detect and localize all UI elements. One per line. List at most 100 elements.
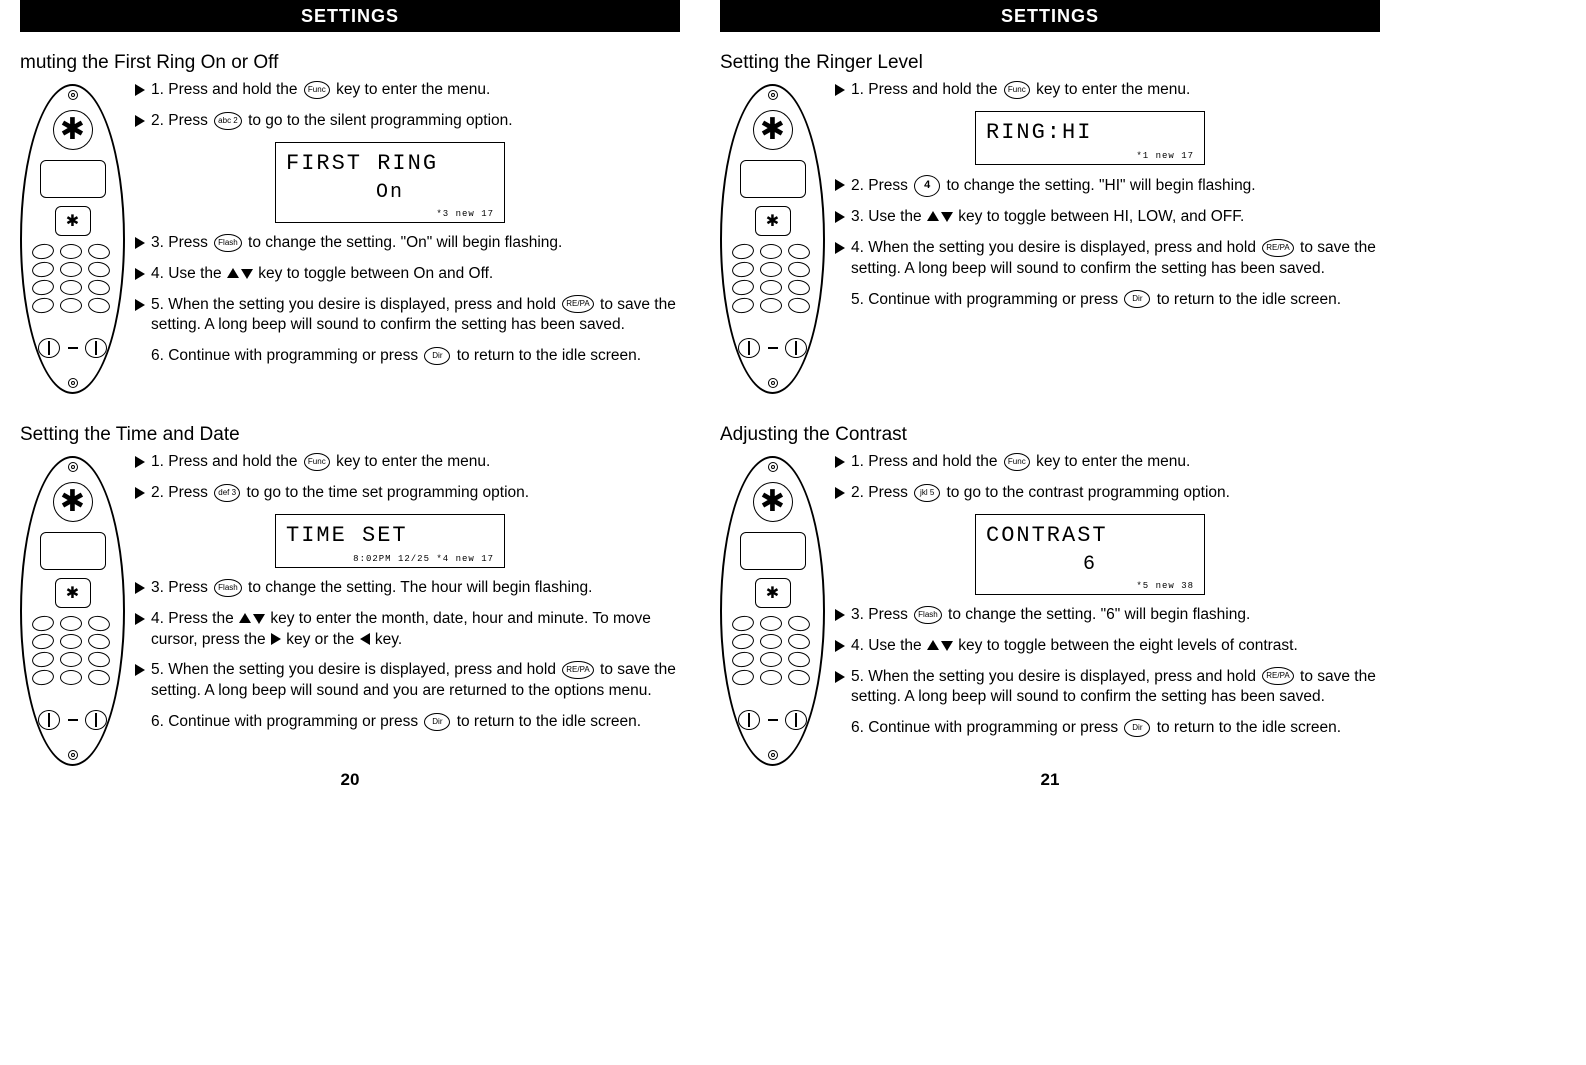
- step-text: Press: [168, 234, 208, 251]
- section-contrast: Adjusting the Contrast ✱✱ 1. Press and h…: [720, 424, 1380, 766]
- step-text: key or the: [286, 631, 354, 648]
- arrow-icon: [135, 613, 145, 625]
- step-text: Use the: [168, 265, 221, 282]
- section-mute: muting the First Ring On or Off ✱ ✱ 1. P…: [20, 52, 680, 394]
- step-text: to change the setting. "On" will begin f…: [248, 234, 562, 251]
- step-number: 4.: [151, 265, 168, 282]
- step-text: to return to the idle screen.: [1157, 719, 1341, 736]
- instruction-step: 3. Press Flash to change the setting. "6…: [835, 605, 1380, 626]
- instruction-step: 2. Press jkl 5 to go to the contrast pro…: [835, 483, 1380, 504]
- step-text: to return to the idle screen.: [457, 713, 641, 730]
- lcd-line-3: *5 new 38: [986, 580, 1194, 592]
- arrow-icon: [135, 115, 145, 127]
- key-dir-icon: Dir: [1124, 719, 1150, 737]
- step-text: Press and hold the: [168, 81, 297, 98]
- step-text: to go to the contrast programming option…: [946, 484, 1229, 501]
- instruction-step: 4. When the setting you desire is displa…: [835, 238, 1380, 280]
- step-body: 3. Press Flash to change the setting. "6…: [851, 605, 1250, 626]
- step-text: Press and hold the: [168, 453, 297, 470]
- step-text: When the setting you desire is displayed…: [868, 239, 1256, 256]
- key-func-icon: Func: [304, 81, 330, 99]
- arrow-icon: [835, 671, 845, 683]
- step-body: 5. Continue with programming or press Di…: [851, 290, 1341, 311]
- step-body: 4. Use the key to toggle between On and …: [151, 264, 493, 285]
- step-number: 1.: [151, 81, 168, 98]
- handset-illustration: ✱✱: [720, 84, 825, 394]
- arrow-icon: [835, 640, 845, 652]
- arrow-icon: [135, 299, 145, 311]
- step-text: Press: [168, 579, 208, 596]
- step-text: to change the setting. "HI" will begin f…: [946, 177, 1255, 194]
- step-text: to return to the idle screen.: [457, 347, 641, 364]
- step-number: 2.: [851, 484, 868, 501]
- instruction-step: 4. Use the key to toggle between the eig…: [835, 636, 1380, 657]
- step-number: 1.: [151, 453, 168, 470]
- step-body: 3. Press Flash to change the setting. "O…: [151, 233, 562, 254]
- step-text: Press the: [168, 610, 233, 627]
- page-left: SETTINGS muting the First Ring On or Off…: [20, 0, 680, 796]
- instruction-step: 1. Press and hold the Func key to enter …: [835, 452, 1380, 473]
- arrow-icon: [835, 456, 845, 468]
- step-text: key to toggle between HI, LOW, and OFF.: [958, 208, 1244, 225]
- step-text: Use the: [868, 208, 921, 225]
- step-number: 6.: [851, 719, 868, 736]
- step-body: 4. Use the key to toggle between the eig…: [851, 636, 1298, 657]
- up-down-arrow-icon: [228, 267, 252, 281]
- lcd-display-mock: CONTRAST6*5 new 38: [975, 514, 1205, 595]
- key-k4-icon: 4: [914, 175, 940, 197]
- step-number: 2.: [851, 177, 868, 194]
- up-down-arrow-icon: [928, 639, 952, 653]
- step-number: 6.: [151, 713, 168, 730]
- lcd-line-3: 8:02PM 12/25 *4 new 17: [286, 553, 494, 565]
- instruction-step: 3. Use the key to toggle between HI, LOW…: [835, 207, 1380, 228]
- step-body: 5. When the setting you desire is displa…: [851, 667, 1380, 709]
- arrow-icon: [835, 609, 845, 621]
- step-text: to go to the time set programming option…: [246, 484, 529, 501]
- section-title-mute: muting the First Ring On or Off: [20, 52, 680, 74]
- step-text: Press: [868, 177, 908, 194]
- step-text: to change the setting. The hour will beg…: [248, 579, 592, 596]
- page-number-left: 20: [20, 770, 680, 790]
- step-text: key to enter the menu.: [1036, 81, 1190, 98]
- step-number: 5.: [151, 296, 168, 313]
- step-body: 6. Continue with programming or press Di…: [151, 712, 641, 733]
- step-number: 1.: [851, 453, 868, 470]
- step-number: 3.: [851, 606, 868, 623]
- lcd-line-3: *3 new 17: [286, 208, 494, 220]
- arrow-icon: [135, 487, 145, 499]
- step-body: 2. Press jkl 5 to go to the contrast pro…: [851, 483, 1230, 504]
- arrow-icon: [135, 456, 145, 468]
- step-text: When the setting you desire is displayed…: [868, 668, 1256, 685]
- step-number: 4.: [151, 610, 168, 627]
- step-body: 3. Use the key to toggle between HI, LOW…: [851, 207, 1244, 228]
- key-dir-icon: Dir: [1124, 290, 1150, 308]
- step-text: to change the setting. "6" will begin fl…: [948, 606, 1250, 623]
- key-repa-icon: RE/PA: [562, 295, 593, 313]
- step-text: Continue with programming or press: [868, 291, 1118, 308]
- step-body: 2. Press 4 to change the setting. "HI" w…: [851, 175, 1256, 197]
- lcd-display-mock: FIRST RINGOn *3 new 17: [275, 142, 505, 223]
- step-text: key to enter the menu.: [336, 81, 490, 98]
- header-bar-right: SETTINGS: [720, 0, 1380, 32]
- key-k2-icon: abc 2: [214, 112, 242, 130]
- step-number: 5.: [151, 661, 168, 678]
- key-func-icon: Func: [304, 453, 330, 471]
- step-text: Press: [168, 484, 208, 501]
- step-body: 4. Press the key to enter the month, dat…: [151, 609, 680, 651]
- key-dir-icon: Dir: [424, 713, 450, 731]
- section-title-contrast: Adjusting the Contrast: [720, 424, 1380, 446]
- step-body: 1. Press and hold the Func key to enter …: [851, 80, 1190, 101]
- step-text: Press and hold the: [868, 453, 997, 470]
- step-number: 3.: [151, 579, 168, 596]
- step-number: 3.: [851, 208, 868, 225]
- step-text: to return to the idle screen.: [1157, 291, 1341, 308]
- step-text: When the setting you desire is displayed…: [168, 661, 556, 678]
- instruction-step: 3. Press Flash to change the setting. Th…: [135, 578, 680, 599]
- page-number-right: 21: [720, 770, 1380, 790]
- lcd-line-1: FIRST RING: [286, 149, 494, 179]
- instruction-step: 4. Use the key to toggle between On and …: [135, 264, 680, 285]
- lcd-line-2: On: [286, 179, 494, 206]
- arrow-icon: [135, 268, 145, 280]
- step-text: key to enter the menu.: [1036, 453, 1190, 470]
- key-flash-icon: Flash: [914, 606, 942, 624]
